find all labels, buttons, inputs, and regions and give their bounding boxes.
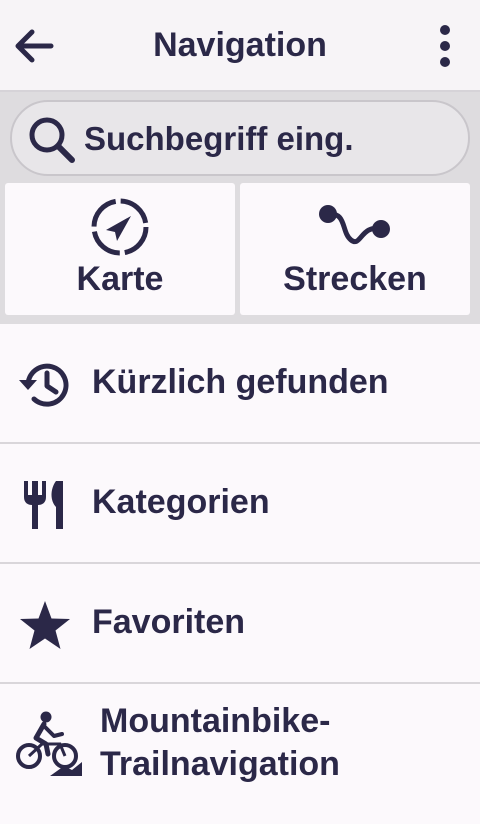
page-title: Navigation (153, 26, 327, 64)
app-header: Navigation (0, 0, 480, 92)
search-icon (29, 117, 75, 163)
tile-karte[interactable]: Karte (5, 183, 235, 315)
more-menu-button[interactable] (422, 18, 468, 74)
fork-knife-icon (24, 481, 63, 529)
tile-strecken[interactable]: Strecken (240, 183, 470, 315)
more-vertical-icon (440, 25, 450, 67)
tile-karte-label: Karte (76, 260, 164, 298)
search-input[interactable] (84, 116, 454, 162)
search-bar[interactable] (10, 100, 470, 176)
list-item-label: Kategorien (92, 483, 270, 521)
list-item-mountainbike-trail[interactable]: Mountainbike- Trailnavigation (0, 684, 480, 824)
star-icon (20, 601, 70, 649)
back-button[interactable] (6, 18, 62, 74)
list-item-categories[interactable]: Kategorien (0, 444, 480, 564)
list-item-label: Kürzlich gefunden (92, 363, 389, 401)
list-item-label-line1: Mountainbike- (100, 702, 331, 740)
list-item-label: Favoriten (92, 603, 246, 641)
compass-arrow-icon (91, 198, 149, 256)
list-item-label: Mountainbike- Trailnavigation (100, 700, 340, 786)
history-icon (19, 363, 69, 407)
route-icon (319, 205, 390, 245)
list-item-label-line2: Trailnavigation (100, 745, 340, 783)
list-item-recently-found[interactable]: Kürzlich gefunden (0, 324, 480, 444)
search-and-tiles-panel: Karte Strecken (0, 92, 480, 324)
list-item-favorites[interactable]: Favoriten (0, 564, 480, 684)
mountain-bike-icon (16, 711, 82, 776)
arrow-left-icon (15, 29, 54, 63)
navigation-list: Kürzlich gefunden Kategorien Favoriten M… (0, 324, 480, 824)
tile-strecken-label: Strecken (283, 260, 427, 298)
